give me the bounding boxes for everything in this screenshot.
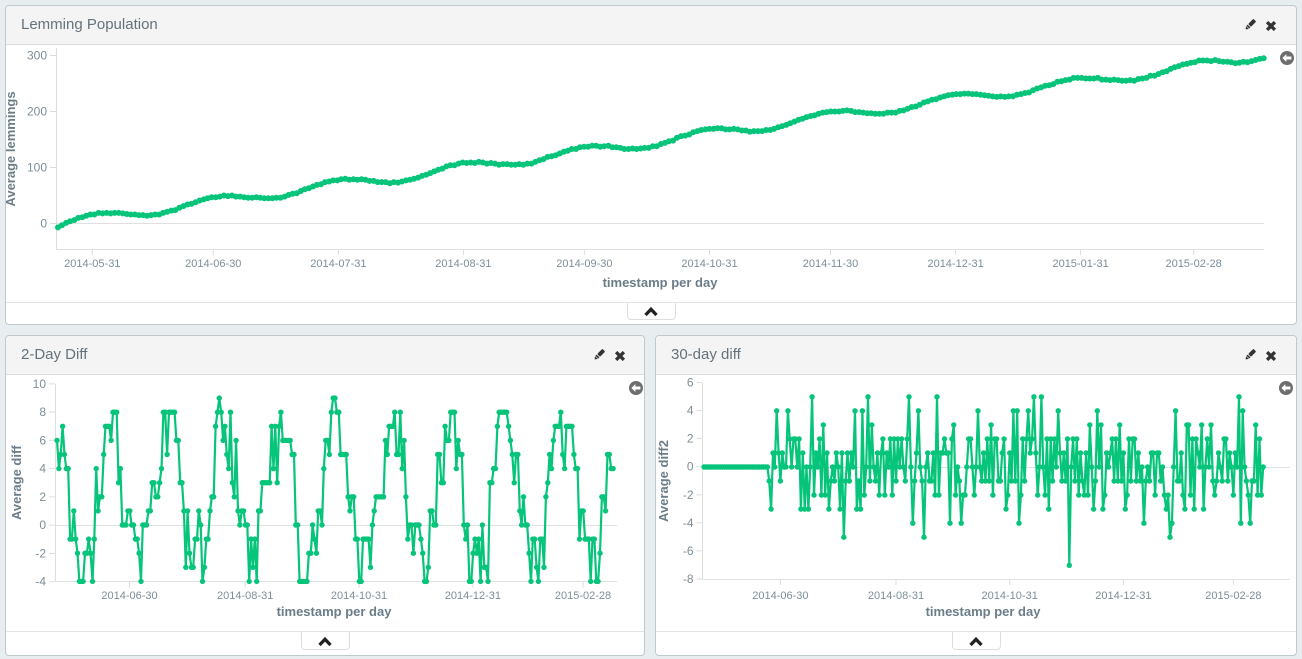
svg-text:-2: -2	[35, 546, 46, 560]
svg-text:2014-12-31: 2014-12-31	[927, 258, 983, 270]
svg-text:timestamp per day: timestamp per day	[926, 604, 1042, 619]
svg-text:2014-08-31: 2014-08-31	[435, 258, 491, 270]
svg-text:4: 4	[39, 462, 46, 476]
svg-text:10: 10	[33, 377, 47, 391]
svg-text:200: 200	[27, 105, 47, 119]
svg-text:2014-06-30: 2014-06-30	[752, 590, 808, 602]
svg-text:0: 0	[39, 518, 46, 532]
svg-text:-4: -4	[683, 516, 694, 530]
svg-text:timestamp per day: timestamp per day	[277, 604, 393, 619]
svg-text:4: 4	[687, 404, 694, 418]
svg-text:2014-10-31: 2014-10-31	[331, 590, 387, 602]
svg-text:-2: -2	[683, 488, 694, 502]
svg-text:2015-02-28: 2015-02-28	[1205, 590, 1261, 602]
svg-text:2015-02-28: 2015-02-28	[1165, 258, 1221, 270]
svg-text:2014-12-31: 2014-12-31	[1095, 590, 1151, 602]
svg-text:2014-05-31: 2014-05-31	[64, 258, 120, 270]
svg-text:2014-10-31: 2014-10-31	[982, 590, 1038, 602]
svg-text:Average lemmings: Average lemmings	[6, 91, 18, 206]
svg-text:8: 8	[39, 405, 46, 419]
svg-text:2: 2	[687, 432, 694, 446]
svg-text:6: 6	[687, 376, 694, 390]
svg-text:2014-06-30: 2014-06-30	[101, 590, 157, 602]
svg-text:timestamp per day: timestamp per day	[603, 275, 719, 290]
svg-text:2: 2	[39, 490, 46, 504]
svg-text:-6: -6	[683, 544, 694, 558]
svg-text:2015-01-31: 2015-01-31	[1052, 258, 1108, 270]
svg-text:2014-07-31: 2014-07-31	[310, 258, 366, 270]
svg-text:2014-12-31: 2014-12-31	[445, 590, 501, 602]
svg-text:2015-02-28: 2015-02-28	[555, 590, 611, 602]
svg-text:0: 0	[40, 217, 47, 231]
svg-text:2014-08-31: 2014-08-31	[217, 590, 273, 602]
svg-text:-8: -8	[683, 572, 694, 586]
svg-text:2014-11-30: 2014-11-30	[803, 258, 858, 270]
svg-text:6: 6	[39, 433, 46, 447]
svg-text:0: 0	[687, 460, 694, 474]
svg-text:Average diff2: Average diff2	[656, 440, 671, 522]
svg-text:2014-08-31: 2014-08-31	[868, 590, 924, 602]
svg-text:2014-10-31: 2014-10-31	[681, 258, 737, 270]
svg-text:300: 300	[27, 49, 47, 63]
svg-text:2014-06-30: 2014-06-30	[185, 258, 241, 270]
svg-text:Average diff: Average diff	[9, 445, 24, 520]
svg-text:-4: -4	[35, 575, 46, 589]
svg-text:2014-09-30: 2014-09-30	[556, 258, 612, 270]
svg-text:100: 100	[27, 161, 47, 175]
